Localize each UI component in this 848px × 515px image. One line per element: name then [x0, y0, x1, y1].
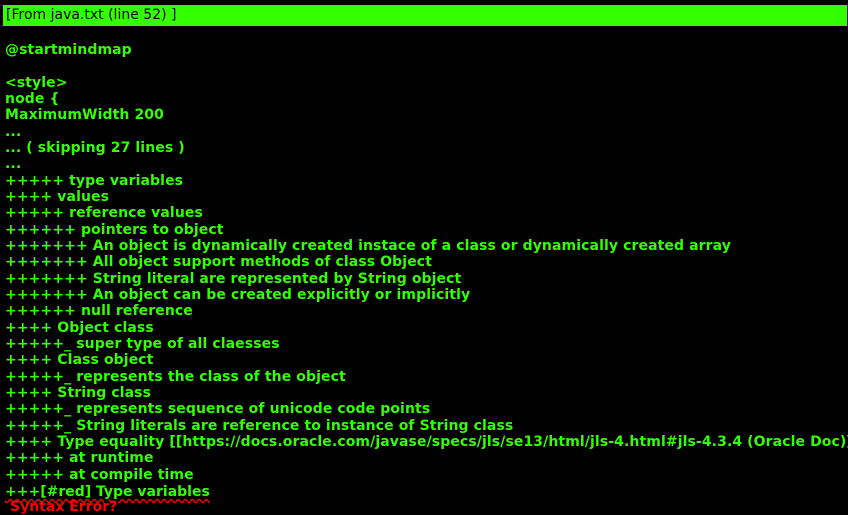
code-line: +++++ reference values: [5, 205, 203, 222]
code-line: +++++++ String literal are represented b…: [5, 270, 462, 287]
code-line: ++++ Type equality [[https://docs.oracle…: [5, 433, 848, 450]
code-line: MaximumWidth 200: [5, 107, 164, 124]
code-line: +++++++ An object is dynamically created…: [5, 237, 731, 254]
error-code-text: +++[#red] Type variables: [5, 484, 210, 500]
code-line: +++++ at compile time: [5, 466, 194, 483]
code-line: +++++_ super type of all claesses: [5, 335, 280, 352]
code-line: +++++++ All object support methods of cl…: [5, 254, 432, 271]
code-listing: @startmindmap <style> node { MaximumWidt…: [5, 42, 848, 483]
code-line: ++++++ null reference: [5, 303, 193, 320]
code-line: +++++++ An object can be created explici…: [5, 286, 471, 303]
code-line: +++++_ String literals are reference to …: [5, 417, 514, 434]
code-line: ...: [5, 123, 22, 140]
source-header: [From java.txt (line 52) ]: [3, 5, 847, 26]
code-line: <style>: [5, 74, 68, 91]
syntax-error-message: Syntax Error?: [10, 499, 118, 515]
code-line: ++++ values: [5, 188, 110, 205]
code-line: node {: [5, 90, 60, 107]
code-line: ++++ Object class: [5, 319, 154, 336]
code-line: ++++ String class: [5, 384, 152, 401]
code-line: ...: [5, 156, 22, 173]
error-code-line: +++[#red] Type variables: [5, 484, 210, 500]
code-line: ... ( skipping 27 lines ): [5, 139, 185, 156]
code-line: ++++++ pointers to object: [5, 221, 224, 238]
code-line: ++++ Class object: [5, 352, 154, 369]
code-line: @startmindmap: [5, 42, 132, 58]
code-line: +++++ at runtime: [5, 450, 154, 467]
code-line: +++++_ represents the class of the objec…: [5, 368, 346, 385]
code-line: +++++_ represents sequence of unicode co…: [5, 401, 431, 418]
code-line: +++++ type variables: [5, 172, 184, 189]
